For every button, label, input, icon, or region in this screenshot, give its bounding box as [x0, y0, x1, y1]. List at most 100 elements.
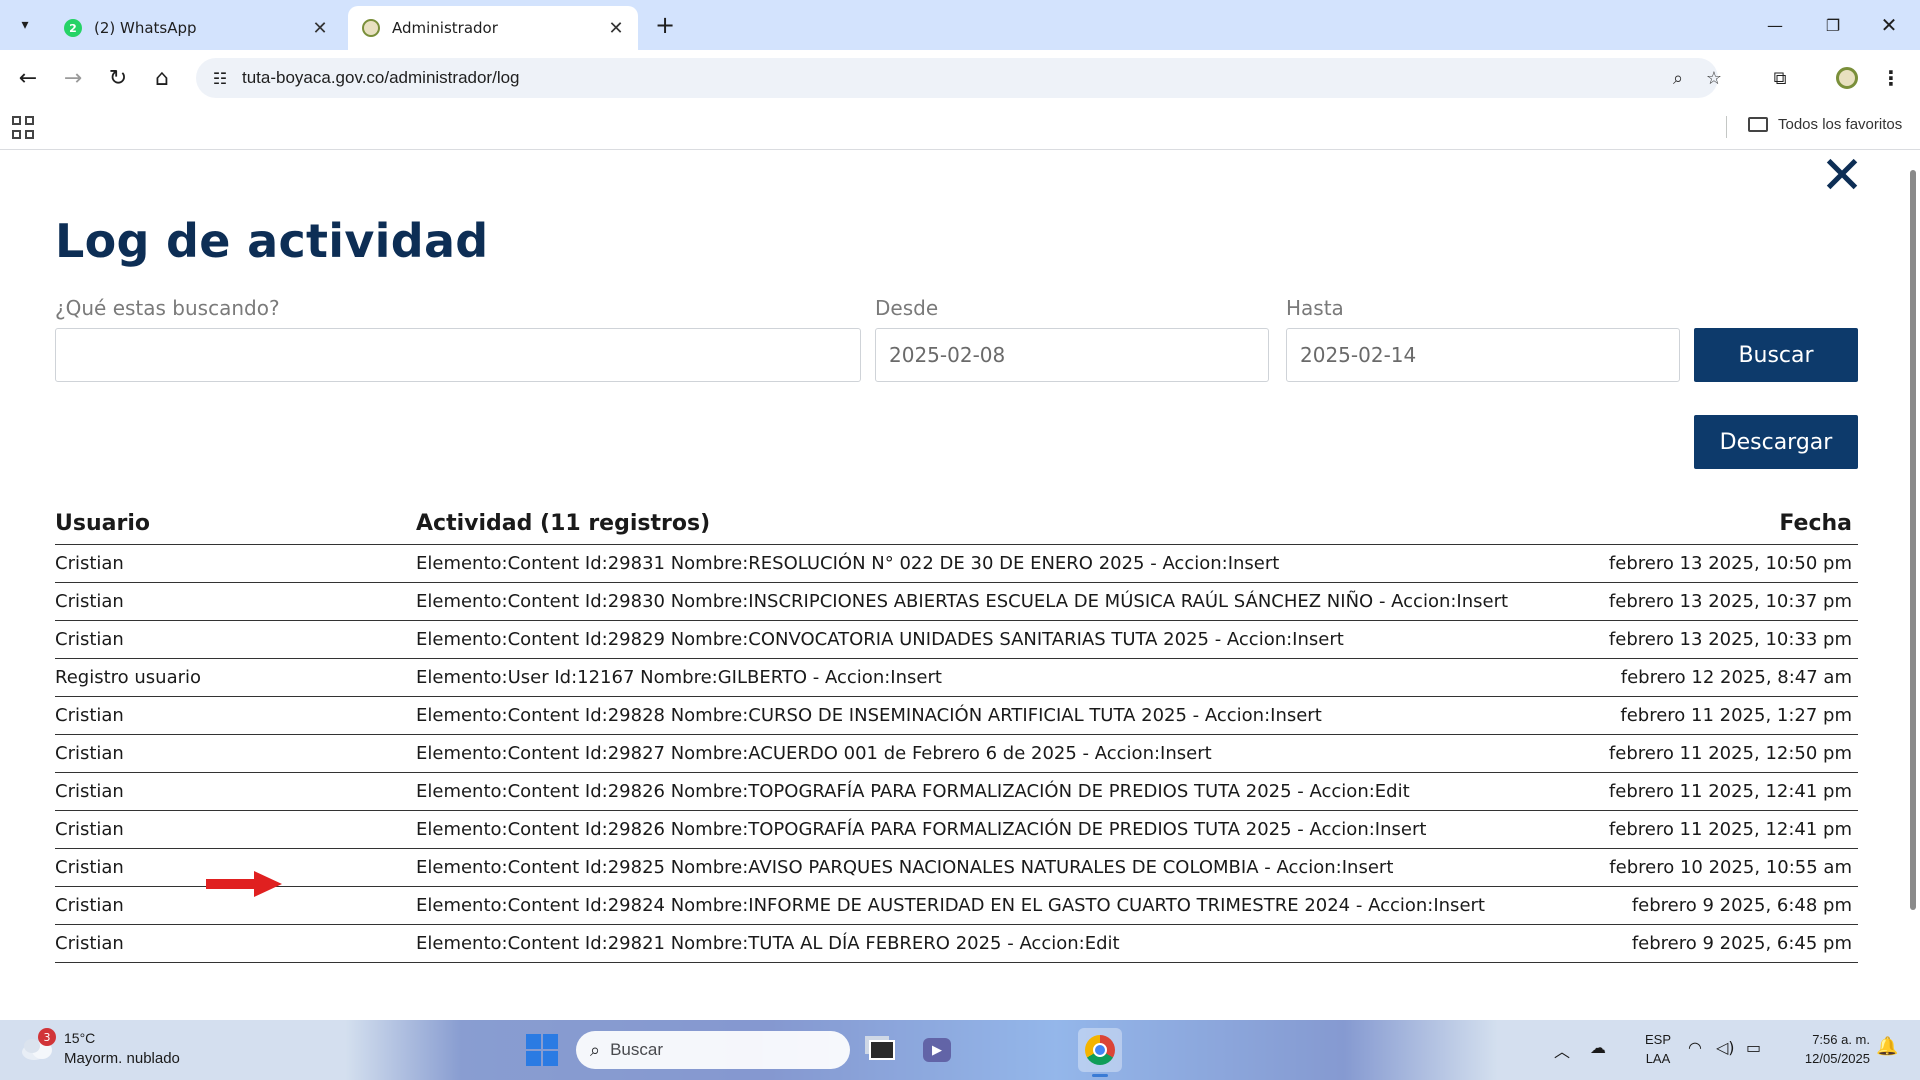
windows-start-icon[interactable]	[526, 1034, 558, 1066]
lang-line1: ESP	[1644, 1032, 1671, 1047]
table-row: Registro usuario Elemento:User Id:12167 N…	[55, 658, 1858, 697]
activity-log-table: Usuario Actividad (11 registros) Fecha C…	[55, 504, 1858, 963]
weather-temp: 15°C	[64, 1030, 96, 1046]
all-bookmarks-label: Todos los favoritos	[1778, 116, 1903, 133]
site-info-icon[interactable]: ☷	[204, 62, 236, 94]
all-bookmarks-button[interactable]: Todos los favoritos	[1748, 116, 1902, 133]
browser-tab-strip: ▾ 2 (2) WhatsApp ✕ Administrador ✕ + — ❐…	[0, 0, 1920, 50]
scrollbar[interactable]	[1910, 170, 1916, 910]
onedrive-icon[interactable]: ☁	[1590, 1038, 1606, 1057]
cell-usuario: Cristian	[55, 544, 416, 583]
cell-fecha: febrero 13 2025, 10:33 pm	[1546, 620, 1858, 659]
cell-fecha: febrero 10 2025, 10:55 am	[1546, 848, 1858, 887]
table-row: Cristian Elemento:Content Id:29829 Nombre…	[55, 620, 1858, 659]
avatar[interactable]	[1836, 67, 1858, 89]
cell-fecha: febrero 13 2025, 10:50 pm	[1546, 544, 1858, 583]
desde-date-input[interactable]: 2025-02-08	[875, 328, 1269, 382]
cell-fecha: febrero 9 2025, 6:48 pm	[1546, 886, 1858, 925]
cell-actividad: Elemento:Content Id:29826 Nombre:TOPOGRA…	[416, 810, 1546, 849]
window-close-button[interactable]: ✕	[1866, 8, 1912, 42]
close-icon[interactable]: ✕	[1820, 150, 1864, 202]
taskbar-overlay	[0, 1020, 1920, 1080]
cell-actividad: Elemento:Content Id:29827 Nombre:ACUERDO…	[416, 734, 1546, 773]
restore-button[interactable]: ❐	[1810, 8, 1856, 42]
cell-usuario: Cristian	[55, 734, 416, 773]
cell-actividad: Elemento:User Id:12167 Nombre:GILBERTO -…	[416, 658, 1546, 697]
task-view-button[interactable]	[860, 1028, 904, 1072]
close-icon[interactable]: ✕	[310, 18, 330, 39]
plus-icon[interactable]: +	[650, 10, 680, 40]
lang-line2: LAA	[1645, 1051, 1671, 1066]
table-row: Cristian Elemento:Content Id:29826 Nombre…	[55, 810, 1858, 849]
volume-icon[interactable]: ◁)	[1716, 1038, 1735, 1057]
header-fecha: Fecha	[1546, 504, 1858, 545]
chevron-up-icon[interactable]: ︿	[1554, 1038, 1570, 1062]
extensions-icon[interactable]: ⧉	[1764, 62, 1796, 94]
taskbar-search-input[interactable]: ⌕ Buscar	[576, 1031, 850, 1069]
header-usuario: Usuario	[55, 504, 416, 545]
video-camera-icon: ▶	[923, 1038, 951, 1062]
cell-fecha: febrero 12 2025, 8:47 am	[1546, 658, 1858, 697]
cell-fecha: febrero 11 2025, 1:27 pm	[1546, 696, 1858, 735]
table-row: Cristian Elemento:Content Id:29828 Nombre…	[55, 696, 1858, 735]
bell-icon[interactable]: 🔔	[1876, 1036, 1898, 1057]
menu-icon[interactable]: ⋮	[1876, 62, 1906, 94]
red-arrow-annotation	[206, 871, 282, 897]
apps-icon[interactable]	[12, 116, 36, 140]
cell-usuario: Cristian	[55, 582, 416, 621]
tab-search-icon[interactable]: ▾	[10, 10, 40, 40]
back-icon[interactable]: ←	[10, 60, 46, 96]
header-actividad: Actividad (11 registros)	[416, 504, 1546, 545]
notification-badge: 3	[38, 1028, 56, 1046]
table-row: Cristian Elemento:Content Id:29824 Nombre…	[55, 886, 1858, 925]
wifi-icon[interactable]: ◠	[1688, 1038, 1702, 1057]
descargar-button[interactable]: Descargar	[1694, 415, 1858, 469]
table-row: Cristian Elemento:Content Id:29821 Nombre…	[55, 924, 1858, 963]
zoom-icon[interactable]: ⌕	[1662, 62, 1694, 94]
arrow-shape	[206, 871, 282, 897]
tab-administrador[interactable]: Administrador ✕	[348, 6, 638, 50]
home-icon[interactable]: ⌂	[144, 60, 180, 96]
cell-fecha: febrero 11 2025, 12:41 pm	[1546, 772, 1858, 811]
cell-actividad: Elemento:Content Id:29830 Nombre:INSCRIP…	[416, 582, 1546, 621]
buscar-button[interactable]: Buscar	[1694, 328, 1858, 382]
taskbar: 3 15°C Mayorm. nublado ⌕ Buscar ▶ ︿ ☁ ES…	[0, 1020, 1920, 1080]
meet-app-button[interactable]: ▶	[915, 1028, 959, 1072]
weather-widget[interactable]: 3 15°C Mayorm. nublado	[20, 1028, 200, 1074]
reload-icon[interactable]: ↻	[100, 60, 136, 96]
cell-usuario: Cristian	[55, 924, 416, 963]
tab-whatsapp[interactable]: 2 (2) WhatsApp ✕	[50, 6, 342, 50]
cell-actividad: Elemento:Content Id:29829 Nombre:CONVOCA…	[416, 620, 1546, 659]
forward-icon[interactable]: →	[55, 60, 91, 96]
cell-actividad: Elemento:Content Id:29824 Nombre:INFORME…	[416, 886, 1546, 925]
whatsapp-icon: 2	[64, 19, 82, 37]
search-input[interactable]	[55, 328, 861, 382]
address-bar[interactable]: ☷ tuta-boyaca.gov.co/administrador/log ⌕…	[196, 58, 1722, 98]
search-icon: ⌕	[590, 1039, 601, 1061]
close-icon[interactable]: ✕	[606, 18, 626, 39]
clock-date: 12/05/2025	[1804, 1051, 1870, 1066]
table-header-row: Usuario Actividad (11 registros) Fecha	[55, 504, 1858, 545]
clock[interactable]: 7:56 a. m. 12/05/2025	[1780, 1030, 1870, 1068]
language-indicator[interactable]: ESP LAA	[1636, 1030, 1680, 1068]
url-text[interactable]: tuta-boyaca.gov.co/administrador/log	[242, 68, 520, 88]
minimize-button[interactable]: —	[1752, 8, 1798, 42]
folder-icon	[1748, 117, 1768, 132]
search-label: ¿Qué estas buscando?	[55, 296, 280, 320]
table-row: Cristian Elemento:Content Id:29825 Nombre…	[55, 848, 1858, 887]
divider	[1726, 116, 1727, 138]
hasta-date-input[interactable]: 2025-02-14	[1286, 328, 1680, 382]
table-row: Cristian Elemento:Content Id:29830 Nombre…	[55, 582, 1858, 621]
taskbar-search-placeholder: Buscar	[610, 1040, 664, 1059]
clock-time: 7:56 a. m.	[1812, 1032, 1870, 1047]
cell-actividad: Elemento:Content Id:29821 Nombre:TUTA AL…	[416, 924, 1546, 963]
chrome-app-button[interactable]	[1078, 1028, 1122, 1072]
task-view-icon	[869, 1040, 895, 1060]
star-icon[interactable]: ☆	[1698, 62, 1730, 94]
battery-icon[interactable]: ▭	[1746, 1038, 1761, 1057]
tab-title: Administrador	[392, 19, 498, 37]
page-content: ✕ Log de actividad ¿Qué estas buscando? …	[0, 150, 1920, 1020]
site-crest-icon	[362, 19, 380, 37]
table-row: Cristian Elemento:Content Id:29826 Nombre…	[55, 772, 1858, 811]
cell-actividad: Elemento:Content Id:29826 Nombre:TOPOGRA…	[416, 772, 1546, 811]
